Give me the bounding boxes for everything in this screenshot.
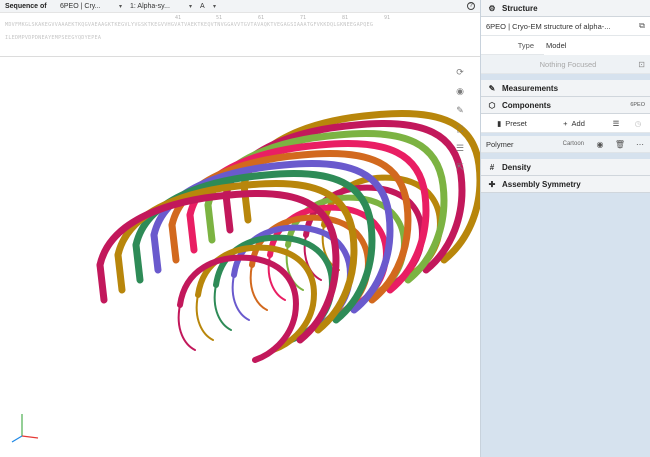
3d-viewport[interactable]: ⟳ ◉ ✎ ⛶ ☰ ⇱ (0, 57, 484, 457)
sequence-header: Sequence of 6PEO | Cry... ▾ 1: Alpha-sy..… (0, 0, 480, 13)
chevron-down-icon: ▾ (188, 3, 192, 10)
more-icon[interactable]: ⋯ (630, 136, 650, 153)
components-tag: 6PEO (630, 102, 645, 108)
beta-strand-ribbon (150, 231, 162, 274)
polymer-row[interactable]: Polymer Cartoon ◉ 🗑 ⋯ (481, 136, 650, 153)
viewport-toolbar: ⟳ ◉ ✎ ⛶ ☰ ⇱ (452, 64, 468, 178)
controls-icon[interactable]: ✎ (452, 102, 468, 118)
measurements-section-header[interactable]: ✎ Measurements (481, 80, 650, 97)
focus-target-icon[interactable]: ⊡ (638, 60, 645, 69)
seq-number: 71 (300, 15, 307, 21)
options-button[interactable]: ☰ (605, 114, 627, 132)
density-section-header[interactable]: # Density (481, 159, 650, 176)
app-root: Sequence of 6PEO | Cry... ▾ 1: Alpha-sy..… (0, 0, 650, 457)
entry-select[interactable]: 6PEO | Cry... ▾ (56, 1, 126, 12)
density-title: Density (502, 162, 531, 172)
chevron-down-icon: ▾ (212, 3, 216, 10)
seq-number: 81 (342, 15, 349, 21)
structure-entry: 6PEO | Cryo-EM structure of alpha-... (486, 21, 611, 31)
coil-loop (249, 264, 268, 311)
sequence-residues-line-2[interactable]: ILEDMPVDPDNEAYEMPSEEGYQDYEPEA (5, 35, 101, 41)
axes-gizmo-icon (11, 414, 39, 443)
seq-number: 41 (175, 15, 182, 21)
selection-mode-icon[interactable]: ⇱ (452, 159, 468, 175)
seq-number: 51 (216, 15, 223, 21)
eye-icon[interactable]: ◉ (590, 136, 610, 153)
sequence-numbers: 41 51 61 71 81 91 (0, 15, 480, 22)
type-row: Type Model (481, 35, 650, 55)
seq-number: 91 (384, 15, 391, 21)
beta-strand-ribbon (96, 261, 108, 304)
grid-icon: # (489, 162, 495, 172)
fullscreen-icon[interactable]: ⛶ (452, 121, 468, 137)
beta-strand-ribbon (114, 251, 126, 294)
focus-row[interactable]: Nothing Focused ⊡ (481, 55, 650, 74)
add-button[interactable]: + Add (543, 114, 605, 132)
beta-strand-ribbon (222, 191, 234, 234)
polymer-representation[interactable]: Cartoon (563, 141, 584, 147)
chevron-down-icon: ▾ (118, 3, 122, 10)
structure-entry-row[interactable]: 6PEO | Cryo-EM structure of alpha-... ⧉ (481, 17, 650, 36)
sequence-label: Sequence of (5, 2, 47, 10)
structure-section-header[interactable]: ⚙ Structure (481, 0, 650, 17)
sliders-icon: ☰ (612, 118, 620, 128)
seq-number: 61 (258, 15, 265, 21)
type-select[interactable]: Model (544, 35, 650, 55)
trash-icon[interactable]: 🗑 (610, 136, 630, 153)
cube-icon: ⬡ (488, 100, 496, 110)
assembly-title: Assembly Symmetry (502, 179, 581, 189)
beta-strand-ribbon (186, 211, 198, 254)
ruler-icon: ✎ (488, 83, 496, 93)
gear-icon: ⚙ (488, 3, 496, 13)
beta-strand-ribbon (204, 201, 216, 244)
structure-title: Structure (502, 3, 538, 13)
type-label: Type (517, 40, 534, 50)
beta-strand-ribbon (132, 241, 144, 284)
polymer-label: Polymer (486, 139, 514, 149)
coil-loop (177, 304, 196, 351)
settings-icon[interactable]: ☰ (452, 140, 468, 156)
sequence-panel: Sequence of 6PEO | Cry... ▾ 1: Alpha-sy..… (0, 0, 480, 57)
asym-select[interactable]: A ▾ (196, 1, 220, 12)
fibril-structure-render (11, 109, 484, 443)
components-title: Components (502, 100, 551, 110)
components-section-header[interactable]: ⬡ Components 6PEO (481, 97, 650, 114)
screenshot-icon[interactable]: ◉ (452, 83, 468, 99)
chain-select[interactable]: 1: Alpha-sy... ▾ (126, 1, 196, 12)
bookmark-icon: ▮ (497, 118, 502, 128)
entry-select-value: 6PEO | Cry... (60, 2, 101, 10)
components-actions: ▮ Preset + Add ☰ ◷ (481, 114, 650, 133)
sequence-residues-line-1[interactable]: MDVFMKGLSKAKEGVVAAAEKTKQGVAEAAGKTKEGVLYV… (5, 22, 373, 28)
help-circle-icon[interactable]: ? (467, 2, 475, 10)
add-label: Add (571, 118, 585, 128)
chain-select-value: 1: Alpha-sy... (130, 2, 170, 10)
measurements-title: Measurements (502, 83, 559, 93)
beta-strand-ribbon (168, 221, 180, 264)
nothing-focused-label: Nothing Focused (539, 59, 597, 69)
puzzle-icon: ✚ (488, 179, 496, 189)
coil-loop (195, 294, 214, 341)
preset-button[interactable]: ▮ Preset (481, 114, 543, 132)
history-icon: ◷ (634, 118, 642, 128)
asym-select-value: A (200, 2, 205, 10)
copy-icon[interactable]: ⧉ (634, 21, 650, 31)
right-panel: ⚙ Structure 6PEO | Cryo-EM structure of … (480, 0, 650, 457)
reset-camera-icon[interactable]: ⟳ (452, 64, 468, 80)
plus-icon: + (563, 118, 568, 128)
coil-loop (213, 284, 232, 331)
coil-loop (231, 274, 250, 321)
assembly-symmetry-section-header[interactable]: ✚ Assembly Symmetry (481, 176, 650, 193)
undo-button[interactable]: ◷ (627, 114, 649, 132)
preset-label: Preset (505, 118, 527, 128)
